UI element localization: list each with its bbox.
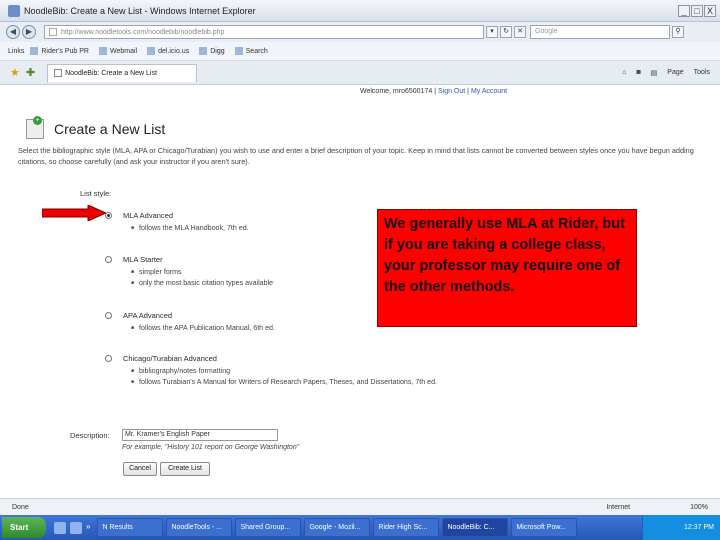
description-label: Description:: [70, 431, 110, 440]
taskbar-item[interactable]: NoodleTools - ...: [166, 518, 233, 537]
home-icon[interactable]: ⌂: [622, 69, 626, 77]
zoom-level[interactable]: 100%: [690, 504, 708, 511]
page-menu[interactable]: Page: [667, 69, 683, 77]
link-icon: [234, 47, 243, 55]
new-list-icon: +: [26, 116, 44, 139]
favorites-star-icon[interactable]: ★: [10, 66, 20, 79]
sign-out-link[interactable]: Sign Out: [438, 88, 465, 95]
cancel-button[interactable]: Cancel: [123, 462, 157, 476]
welcome-text: Welcome, mro6500174: [360, 88, 433, 95]
system-tray: 12:37 PM: [642, 515, 720, 540]
link-item[interactable]: Search: [234, 47, 268, 55]
chevron-icon[interactable]: »: [86, 522, 90, 534]
taskbar-item[interactable]: Google - Mozil...: [304, 518, 371, 537]
link-icon: [199, 47, 208, 55]
forward-icon[interactable]: ▶: [22, 25, 36, 39]
link-item[interactable]: Rider's Pub PR: [30, 47, 89, 55]
stop-icon[interactable]: ✕: [514, 26, 526, 38]
close-button[interactable]: X: [704, 4, 716, 17]
search-input[interactable]: Google: [530, 25, 670, 39]
security-zone: Internet: [606, 503, 631, 511]
taskbar-item[interactable]: Shared Group...: [235, 518, 302, 537]
feeds-icon[interactable]: ◙: [636, 69, 640, 77]
tab-row: ★ ✚ NoodleBib: Create a New List ⌂ ◙ ▤ P…: [0, 61, 720, 85]
search-icon[interactable]: ⚲: [672, 26, 684, 38]
command-bar: ⌂ ◙ ▤ Page Tools: [622, 69, 710, 77]
status-bar: Done Internet 100%: [0, 498, 720, 515]
welcome-bar: Welcome, mro6500174 | Sign Out | My Acco…: [360, 88, 508, 95]
radio-button[interactable]: [105, 256, 112, 263]
description-hint: For example, "History 101 report on Geor…: [122, 444, 300, 451]
plus-icon: +: [33, 116, 42, 125]
taskbar-item[interactable]: Microsoft Pow...: [511, 518, 578, 537]
links-bar: Links Rider's Pub PR Webmail del.icio.us…: [0, 42, 720, 61]
description-field[interactable]: Mr. Kramer's English Paper: [122, 429, 278, 441]
taskbar-item[interactable]: Rider High Sc...: [373, 518, 440, 537]
link-item[interactable]: Webmail: [98, 47, 137, 55]
refresh-icon[interactable]: ↻: [500, 26, 512, 38]
link-icon: [30, 47, 39, 55]
page-content: Welcome, mro6500174 | Sign Out | My Acco…: [12, 85, 708, 498]
tools-menu[interactable]: Tools: [694, 69, 710, 77]
start-button[interactable]: Start: [2, 517, 46, 538]
clock: 12:37 PM: [684, 524, 714, 531]
print-icon[interactable]: ▤: [651, 69, 658, 77]
address-bar-row: ◀ ▶ http://www.noodletools.com/noodlebib…: [0, 22, 720, 42]
list-item: bibliography/notes formatting: [131, 367, 531, 378]
option-bullets: bibliography/notes formatting follows Tu…: [131, 367, 531, 389]
page-title: Create a New List: [54, 121, 166, 137]
link-item[interactable]: del.icio.us: [147, 47, 189, 55]
status-text: Done: [12, 503, 29, 511]
list-item: follows Turabian's A Manual for Writers …: [131, 378, 531, 389]
address-dropdown-icon[interactable]: ▾: [486, 26, 498, 38]
link-item[interactable]: Digg: [199, 47, 225, 55]
option-name: APA Advanced: [123, 311, 173, 320]
taskbar: Start » N Results NoodleTools - ... Shar…: [0, 515, 720, 540]
taskbar-item[interactable]: N Results: [97, 518, 164, 537]
link-icon: [147, 47, 156, 55]
ie-logo-icon: [8, 4, 20, 17]
intro-text: Select the bibliographic style (MLA, APA…: [18, 146, 694, 166]
add-favorite-icon[interactable]: ✚: [26, 66, 35, 79]
tab-noodlebib[interactable]: NoodleBib: Create a New List: [47, 63, 198, 82]
option-name: MLA Starter: [123, 255, 163, 264]
link-icon: [98, 47, 107, 55]
page-icon: [54, 69, 63, 77]
list-style-label: List style:: [80, 189, 112, 198]
address-field[interactable]: http://www.noodletools.com/noodlebib/noo…: [44, 25, 484, 39]
minimize-button[interactable]: _: [678, 4, 690, 17]
taskbar-item[interactable]: NoodleBib: C...: [442, 518, 509, 537]
desktop-quicklaunch-icon[interactable]: [70, 521, 82, 534]
radio-button[interactable]: [105, 212, 112, 219]
address-url: http://www.noodletools.com/noodlebib/noo…: [61, 28, 225, 36]
ie-quicklaunch-icon[interactable]: [54, 521, 66, 534]
maximize-button[interactable]: □: [691, 4, 703, 17]
links-label: Links: [8, 47, 25, 55]
option-name: Chicago/Turabian Advanced: [123, 354, 217, 363]
window-titlebar: NoodleBib: Create a New List - Windows I…: [0, 0, 720, 22]
tab-label: NoodleBib: Create a New List: [65, 69, 157, 77]
back-icon[interactable]: ◀: [6, 25, 20, 39]
radio-button[interactable]: [105, 312, 112, 319]
create-list-button[interactable]: Create List: [160, 462, 210, 476]
page-icon: [49, 28, 57, 36]
option-name: MLA Advanced: [123, 211, 174, 220]
my-account-link[interactable]: My Account: [471, 88, 507, 95]
callout-note: We generally use MLA at Rider, but if yo…: [377, 209, 637, 327]
red-arrow-icon: [42, 205, 106, 221]
quick-launch: »: [54, 521, 90, 534]
window-controls: _ □ X: [678, 4, 716, 17]
radio-button[interactable]: [105, 355, 112, 362]
window-title: NoodleBib: Create a New List - Windows I…: [24, 5, 256, 16]
